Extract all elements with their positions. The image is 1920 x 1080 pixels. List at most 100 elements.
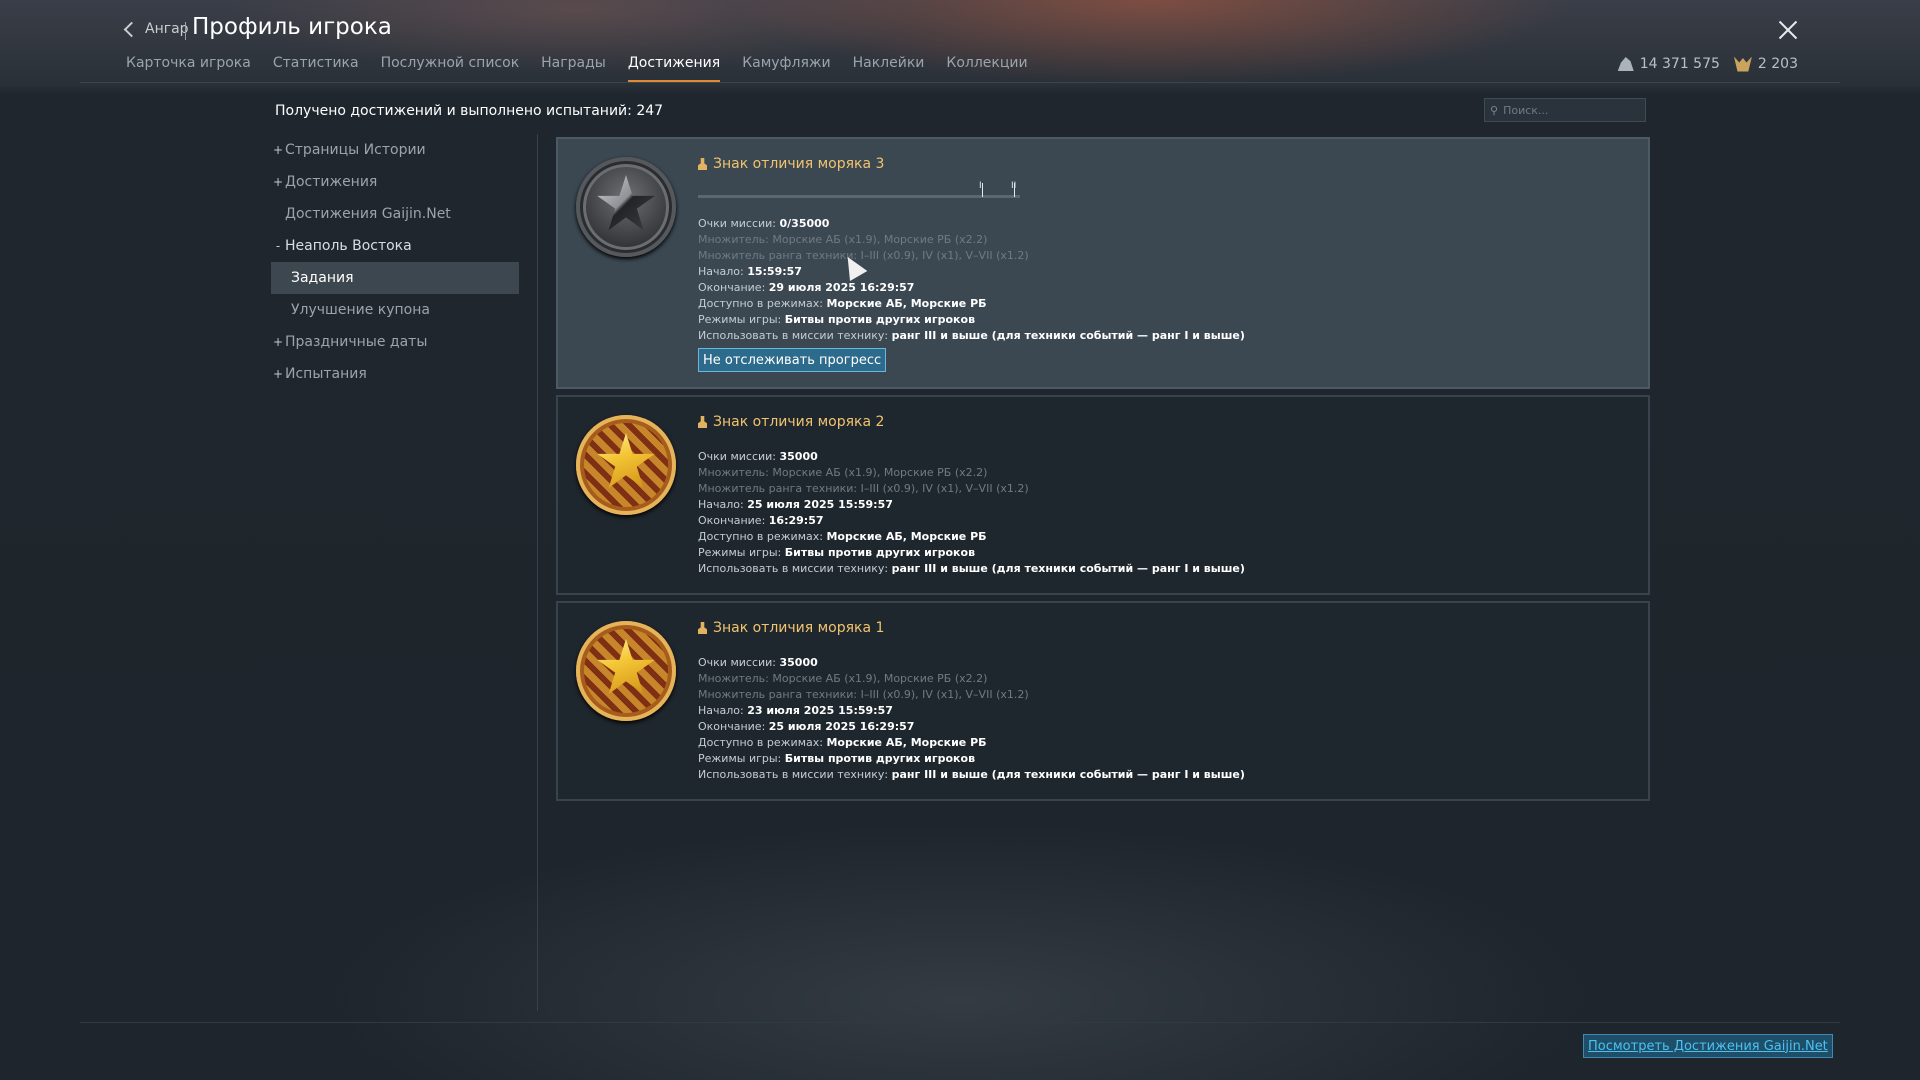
achievement-card[interactable]: Знак отличия моряка 2 Очки миссии: 35000…: [556, 395, 1650, 595]
sidebar-item-label: Испытания: [285, 366, 367, 382]
sailor-icon: [698, 622, 707, 634]
star-icon: [597, 433, 655, 489]
detail-game-modes: Режимы игры: Битвы против других игроков: [698, 752, 976, 765]
progress-bar: I II: [698, 181, 1020, 198]
progress-mark-label: II: [1011, 181, 1017, 191]
view-gaijin-achievements-link[interactable]: Посмотреть Достижения Gaijin.Net: [1583, 1034, 1833, 1058]
sidebar-item-label: Достижения: [285, 174, 378, 190]
achievement-title-text: Знак отличия моряка 3: [713, 156, 885, 172]
detail-multiplier: Множитель: Морские АБ (x1.9), Морские РБ…: [698, 672, 988, 685]
achievement-list: Знак отличия моряка 3 I II Очки миссии: …: [556, 137, 1650, 807]
sidebar-item-challenges[interactable]: + Испытания: [271, 358, 519, 390]
chevron-left-icon: [123, 21, 140, 37]
medal-gold-icon: [576, 621, 676, 721]
title-separator: [185, 22, 186, 40]
sidebar-item-holidays[interactable]: + Праздничные даты: [271, 326, 519, 358]
tab-collections[interactable]: Коллекции: [946, 55, 1027, 82]
tab-awards[interactable]: Награды: [541, 55, 606, 82]
achievement-details: Очки миссии: 35000 Множитель: Морские АБ…: [698, 655, 1245, 783]
detail-rank-multiplier: Множитель ранга техники: I–III (x0.9), I…: [698, 482, 1029, 495]
achievement-card[interactable]: Знак отличия моряка 1 Очки миссии: 35000…: [556, 601, 1650, 801]
sidebar-item-label: Неаполь Востока: [285, 238, 412, 254]
detail-start: Начало: 15:59:57: [698, 265, 802, 278]
gold-amount: 2 203: [1757, 56, 1798, 72]
detail-vehicles: Использовать в миссии технику: ранг III …: [698, 329, 1245, 342]
sidebar: + Страницы Истории + Достижения Достижен…: [271, 134, 519, 390]
detail-rank-multiplier: Множитель ранга техники: I–III (x0.9), I…: [698, 249, 1029, 262]
detail-multiplier: Множитель: Морские АБ (x1.9), Морские РБ…: [698, 233, 988, 246]
detail-points: Очки миссии: 0/35000: [698, 217, 830, 230]
medal-silver-icon: [576, 157, 676, 257]
detail-rank-multiplier: Множитель ранга техники: I–III (x0.9), I…: [698, 688, 1029, 701]
sidebar-item-tasks[interactable]: Задания: [271, 262, 519, 294]
progress-mark: I: [979, 181, 983, 197]
sailor-icon: [698, 416, 707, 428]
achievement-card[interactable]: Знак отличия моряка 3 I II Очки миссии: …: [556, 137, 1650, 389]
expand-icon: +: [272, 175, 284, 189]
sidebar-item-label: Улучшение купона: [291, 302, 430, 318]
tab-decals[interactable]: Наклейки: [853, 55, 925, 82]
detail-end: Окончание: 25 июля 2025 16:29:57: [698, 720, 915, 733]
golden-eagles: 2 203: [1733, 56, 1798, 72]
tab-achievements[interactable]: Достижения: [627, 55, 721, 82]
star-icon: [597, 639, 655, 695]
sidebar-item-label: Праздничные даты: [285, 334, 428, 350]
detail-multiplier: Множитель: Морские АБ (x1.9), Морские РБ…: [698, 466, 988, 479]
achievements-count: Получено достижений и выполнено испытани…: [275, 103, 664, 119]
tab-player-card[interactable]: Карточка игрока: [126, 55, 251, 82]
achievement-title-text: Знак отличия моряка 1: [713, 620, 885, 636]
detail-start: Начало: 23 июля 2025 15:59:57: [698, 704, 893, 717]
profile-tabs: Карточка игрока Статистика Послужной спи…: [126, 55, 1028, 82]
sidebar-item-east-naples[interactable]: - Неаполь Востока: [271, 230, 519, 262]
progress-mark-label: I: [979, 181, 982, 191]
sidebar-item-gaijin-achievements[interactable]: Достижения Gaijin.Net: [271, 198, 519, 230]
detail-vehicles: Использовать в миссии технику: ранг III …: [698, 768, 1245, 781]
close-icon[interactable]: [1776, 18, 1800, 42]
achievement-details: Очки миссии: 0/35000 Множитель: Морские …: [698, 216, 1245, 344]
search-icon: ⚲: [1490, 103, 1499, 117]
detail-modes: Доступно в режимах: Морские АБ, Морские …: [698, 297, 987, 310]
expand-icon: +: [272, 335, 284, 349]
back-label: Ангар: [145, 21, 189, 37]
search-input[interactable]: [1501, 102, 1646, 118]
tab-camouflages[interactable]: Камуфляжи: [742, 55, 830, 82]
achievement-title-text: Знак отличия моряка 2: [713, 414, 885, 430]
sidebar-item-history-pages[interactable]: + Страницы Истории: [271, 134, 519, 166]
search-box[interactable]: ⚲: [1484, 98, 1646, 122]
achievement-title: Знак отличия моряка 2: [698, 414, 884, 430]
golden-eagle-icon: [1733, 56, 1752, 72]
tab-statistics[interactable]: Статистика: [273, 55, 359, 82]
star-icon: [597, 175, 655, 231]
achievement-title: Знак отличия моряка 3: [698, 156, 884, 172]
detail-points: Очки миссии: 35000: [698, 656, 818, 669]
footer-divider: [80, 1022, 1840, 1023]
sidebar-divider: [537, 134, 538, 1011]
progress-mark: II: [1011, 181, 1017, 197]
achievement-details: Очки миссии: 35000 Множитель: Морские АБ…: [698, 449, 1245, 577]
sailor-icon: [698, 158, 707, 170]
detail-end: Окончание: 29 июля 2025 16:29:57: [698, 281, 915, 294]
expand-icon: +: [272, 143, 284, 157]
header-divider: [80, 82, 1840, 83]
achievement-title: Знак отличия моряка 1: [698, 620, 884, 636]
detail-vehicles: Использовать в миссии технику: ранг III …: [698, 562, 1245, 575]
detail-game-modes: Режимы игры: Битвы против других игроков: [698, 313, 976, 326]
detail-start: Начало: 25 июля 2025 15:59:57: [698, 498, 893, 511]
silver-lion-icon: [1617, 57, 1634, 71]
detail-game-modes: Режимы игры: Битвы против других игроков: [698, 546, 976, 559]
tab-service-record[interactable]: Послужной список: [381, 55, 520, 82]
currency-display: 14 371 575 2 203: [1617, 56, 1798, 72]
sidebar-item-label: Задания: [291, 270, 354, 286]
detail-modes: Доступно в режимах: Морские АБ, Морские …: [698, 530, 987, 543]
sidebar-item-achievements[interactable]: + Достижения: [271, 166, 519, 198]
expand-icon: +: [272, 367, 284, 381]
silver-lions: 14 371 575: [1617, 56, 1720, 72]
medal-gold-icon: [576, 415, 676, 515]
sidebar-item-coupon-upgrade[interactable]: Улучшение купона: [271, 294, 519, 326]
sidebar-item-label: Страницы Истории: [285, 142, 426, 158]
page-title: Профиль игрока: [192, 14, 392, 40]
detail-modes: Доступно в режимах: Морские АБ, Морские …: [698, 736, 987, 749]
silver-amount: 14 371 575: [1639, 56, 1720, 72]
untrack-progress-button[interactable]: Не отслеживать прогресс: [698, 348, 887, 372]
back-to-hangar-button[interactable]: Ангар: [123, 21, 189, 37]
